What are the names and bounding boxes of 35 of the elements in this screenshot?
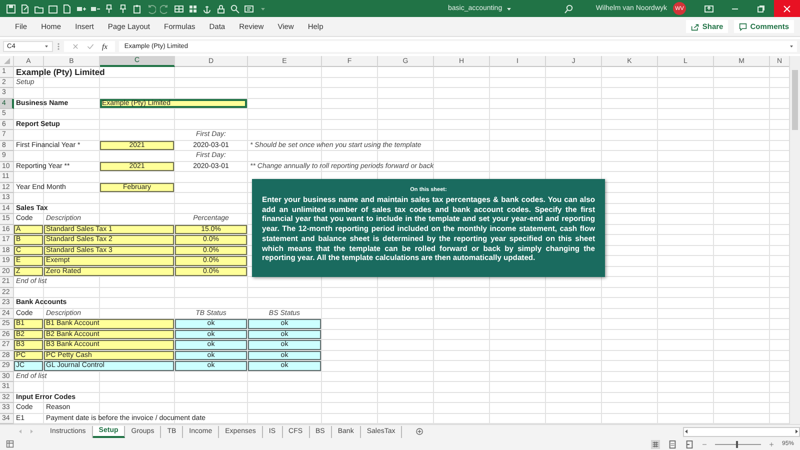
caret-icon[interactable]: [44, 44, 49, 49]
expand-icon[interactable]: [789, 44, 794, 49]
document-icon[interactable]: [20, 4, 30, 14]
vertical-scrollbar[interactable]: [789, 56, 800, 424]
horizontal-scrollbar[interactable]: [683, 426, 800, 436]
window-icon[interactable]: [48, 4, 58, 14]
document-icon[interactable]: [62, 4, 72, 14]
normal-view-icon[interactable]: [650, 440, 660, 448]
zoom-thumb[interactable]: [736, 440, 738, 448]
scroll-left-icon[interactable]: [684, 429, 690, 434]
close-button[interactable]: [774, 0, 800, 17]
page-layout-icon[interactable]: [668, 440, 677, 448]
close-icon[interactable]: [782, 4, 792, 14]
zoom-in-icon[interactable]: [768, 442, 774, 446]
restore-icon[interactable]: [756, 4, 766, 14]
folder-icon[interactable]: [34, 4, 44, 14]
macro-icon[interactable]: [6, 440, 14, 448]
comment-icon[interactable]: [739, 22, 748, 30]
anchor-icon[interactable]: [202, 4, 212, 14]
pushpin-icon[interactable]: [118, 4, 128, 14]
grid-icon[interactable]: [188, 4, 198, 14]
search-icon[interactable]: [230, 4, 240, 14]
pushpin-icon[interactable]: [104, 4, 114, 14]
lock-icon[interactable]: [216, 4, 226, 14]
form-icon[interactable]: [244, 4, 254, 14]
sheet-title: Example (Pty) Limited: [16, 67, 105, 76]
add-sheet-icon[interactable]: [416, 427, 424, 436]
page-break-icon[interactable]: [684, 440, 694, 448]
ribbon-display-icon[interactable]: [704, 4, 714, 14]
search-icon[interactable]: [564, 4, 574, 14]
scroll-right-icon[interactable]: [794, 429, 799, 434]
save-icon[interactable]: [6, 4, 16, 14]
grip-icon: [57, 42, 60, 51]
clipboard-icon[interactable]: [132, 4, 142, 14]
share-icon[interactable]: [691, 22, 700, 30]
